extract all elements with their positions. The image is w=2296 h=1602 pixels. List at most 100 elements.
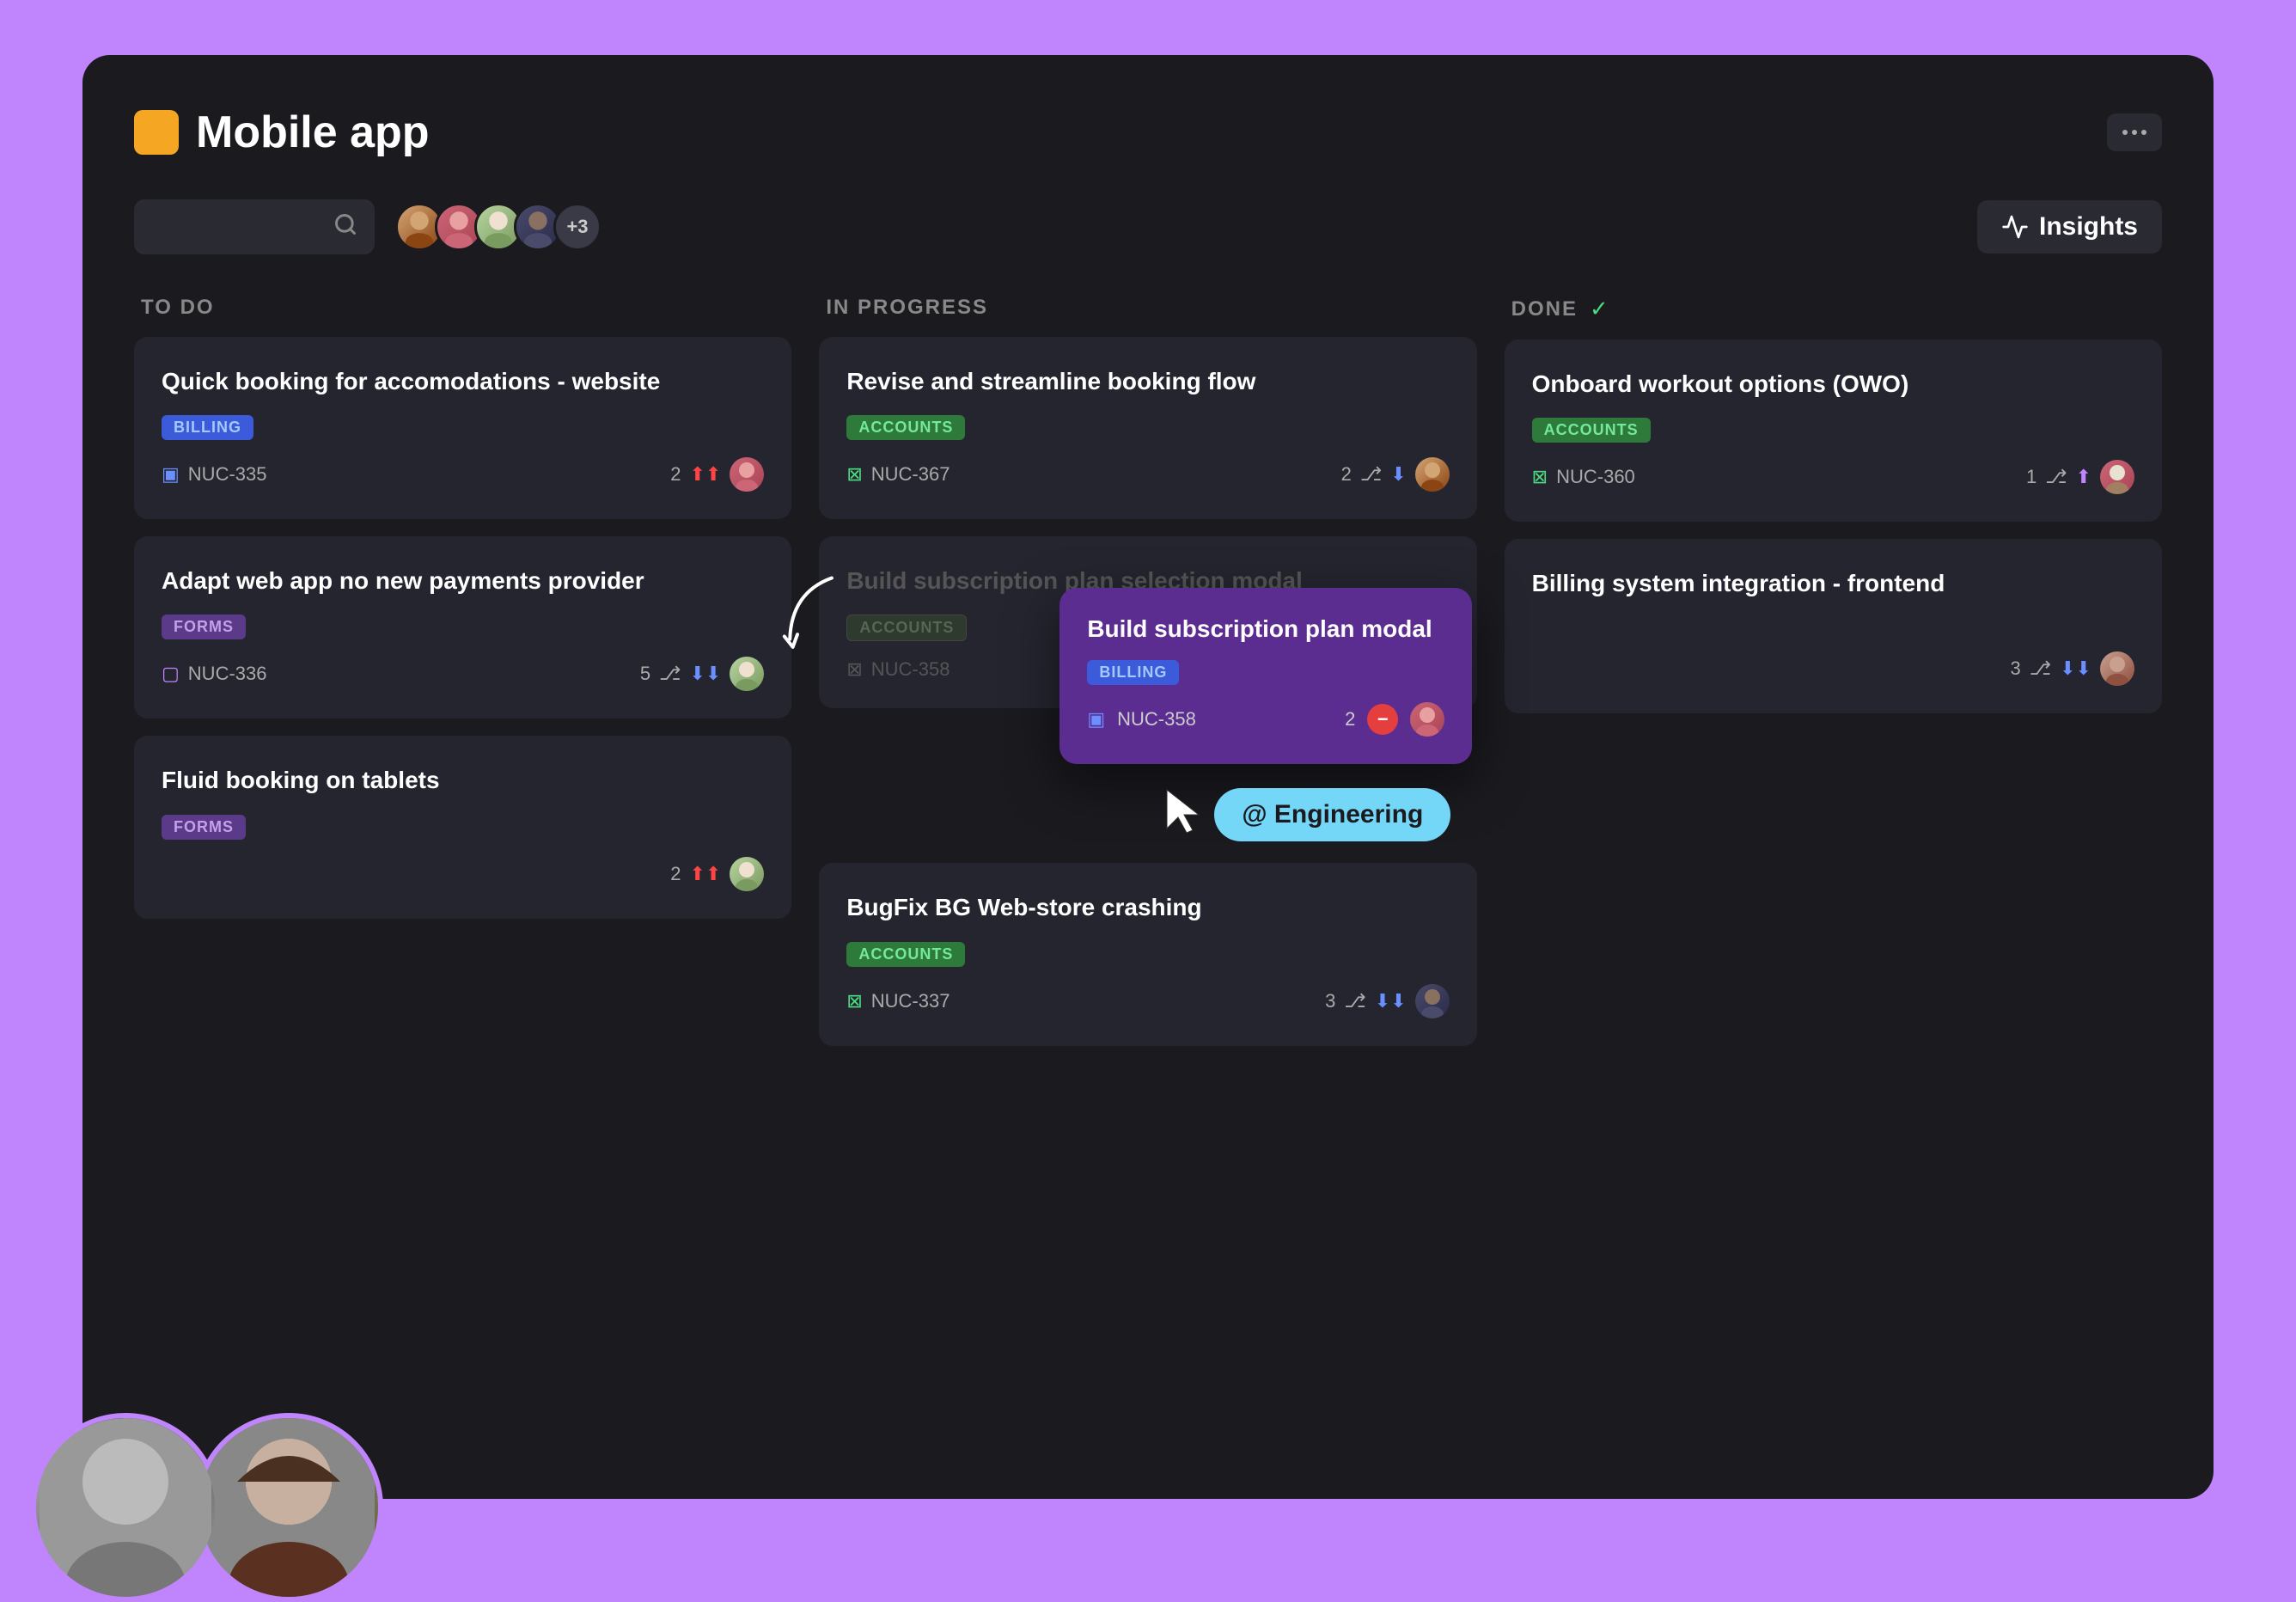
count: 2	[670, 463, 681, 486]
col-header-in-progress: IN PROGRESS	[819, 296, 1476, 320]
card-meta: 3 ⎇ ⬇⬇	[2011, 651, 2134, 686]
card-footer: ⊠ NUC-367 2 ⎇ ⬇	[846, 457, 1449, 492]
col-title-todo: TO DO	[141, 296, 215, 320]
priority-icon: ⬇⬇	[689, 663, 721, 685]
card-title: Fluid booking on tablets	[162, 763, 764, 797]
branch-icon: ⎇	[1360, 463, 1382, 486]
col-title-done: DONE	[1511, 297, 1578, 321]
branch-icon: ⎇	[2030, 657, 2051, 680]
tooltip-card: Build subscription plan modal BILLING ▣ …	[1059, 588, 1472, 764]
card-footer: ⊠ NUC-360 1 ⎇ ⬆	[1532, 460, 2134, 494]
card-avatar	[730, 657, 764, 691]
nuc-id: ⊠ NUC-367	[846, 463, 1328, 486]
dot2	[2132, 130, 2137, 135]
card-avatar	[2100, 651, 2134, 686]
count: 5	[640, 663, 650, 685]
search-icon	[333, 212, 357, 242]
card-title: Revise and streamline booking flow	[846, 364, 1449, 398]
page-title: Mobile app	[196, 107, 430, 158]
priority-icon: ⬇	[1390, 463, 1406, 486]
cursor-area	[1163, 786, 1206, 841]
card-tag: ACCOUNTS	[1532, 418, 1651, 443]
card-meta: 2 ⬆⬆	[670, 457, 764, 492]
card-icon: ▢	[162, 663, 180, 685]
priority-icon: ⬆⬆	[689, 863, 721, 885]
card-nuc337[interactable]: BugFix BG Web-store crashing ACCOUNTS ⊠ …	[819, 863, 1476, 1045]
card-tag: ACCOUNTS	[846, 415, 965, 440]
app-icon	[134, 110, 179, 155]
count: 2	[1341, 463, 1352, 486]
tooltip-footer: ▣ NUC-358 2 −	[1087, 702, 1444, 737]
user-photo-2	[199, 1418, 378, 1597]
bottom-user-2	[194, 1413, 383, 1602]
card-footer: ▣ NUC-335 2 ⬆⬆	[162, 457, 764, 492]
card-avatar	[1415, 984, 1450, 1018]
card-icon: ⊠	[846, 658, 862, 681]
priority-icon: ⬇⬇	[2060, 657, 2091, 680]
count: 1	[2026, 466, 2036, 488]
card-meta: 1 ⎇ ⬆	[2026, 460, 2134, 494]
blocked-icon: −	[1367, 704, 1398, 735]
tooltip-title: Build subscription plan modal	[1087, 615, 1444, 643]
nuc-label: NUC-336	[188, 663, 267, 685]
card-meta: 3 ⎇ ⬇⬇	[1325, 984, 1449, 1018]
priority-icon: ⬇⬇	[1375, 990, 1407, 1012]
card-title: Billing system integration - frontend	[1532, 566, 2134, 600]
insights-label: Insights	[2039, 212, 2138, 242]
user-photo-1	[36, 1418, 215, 1597]
nuc-label: NUC-367	[871, 463, 950, 486]
card-nuc367[interactable]: Revise and streamline booking flow ACCOU…	[819, 337, 1476, 519]
count: 2	[670, 863, 681, 885]
card-footer: 2 ⬆⬆	[162, 857, 764, 891]
tooltip-icon: ▣	[1087, 708, 1105, 731]
card-tag: ACCOUNTS	[846, 942, 965, 967]
insights-button[interactable]: Insights	[1977, 200, 2162, 254]
tooltip-avatar	[1410, 702, 1444, 737]
card-avatar	[730, 457, 764, 492]
count: 3	[2011, 657, 2021, 680]
card-meta: 2 ⎇ ⬇	[1341, 457, 1450, 492]
team-avatars: +3	[395, 203, 601, 251]
card-footer: ▢ NUC-336 5 ⎇ ⬇⬇	[162, 657, 764, 691]
dot1	[2122, 130, 2128, 135]
card-footer: 3 ⎇ ⬇⬇	[1532, 651, 2134, 686]
branch-icon: ⎇	[2045, 466, 2067, 488]
nuc-label: NUC-335	[188, 463, 267, 486]
cursor-icon	[1163, 786, 1206, 837]
card-icon: ⊠	[1532, 466, 1548, 488]
search-box[interactable]	[134, 199, 375, 254]
app-title-row: Mobile app	[134, 107, 430, 158]
card-title: BugFix BG Web-store crashing	[846, 890, 1449, 924]
card-avatar	[730, 857, 764, 891]
kanban-board: TO DO Quick booking for accomodations - …	[134, 296, 2162, 1063]
app-frame: Mobile app	[82, 55, 2214, 1499]
app-header: Mobile app	[134, 107, 2162, 158]
nuc-id: ▢ NUC-336	[162, 663, 628, 685]
more-menu-button[interactable]	[2107, 113, 2162, 151]
avatar-more[interactable]: +3	[553, 203, 601, 251]
branch-icon: ⎇	[659, 663, 681, 685]
nuc-id: ⊠ NUC-360	[1532, 466, 2014, 488]
card-title: Onboard workout options (OWO)	[1532, 367, 2134, 400]
tooltip-nuc: NUC-358	[1117, 708, 1196, 731]
tooltip-count: 2	[1345, 708, 1355, 731]
nuc-label: NUC-358	[871, 658, 950, 681]
card-billing-fe[interactable]: Billing system integration - frontend 3 …	[1505, 539, 2162, 713]
count: 3	[1325, 990, 1335, 1012]
col-header-done: DONE ✓	[1505, 296, 2162, 322]
card-fluid-booking[interactable]: Fluid booking on tablets FORMS 2 ⬆⬆	[134, 736, 791, 918]
card-meta: 2 ⬆⬆	[670, 857, 764, 891]
nuc-label: NUC-360	[1556, 466, 1635, 488]
col-header-todo: TO DO	[134, 296, 791, 320]
card-nuc360[interactable]: Onboard workout options (OWO) ACCOUNTS ⊠…	[1505, 339, 2162, 522]
card-nuc335[interactable]: Quick booking for accomodations - websit…	[134, 337, 791, 519]
column-todo: TO DO Quick booking for accomodations - …	[134, 296, 791, 1063]
priority-icon: ⬆	[2076, 466, 2091, 488]
card-icon: ⊠	[846, 990, 862, 1012]
nuc-id: ▣ NUC-335	[162, 463, 658, 486]
card-nuc336[interactable]: Adapt web app no new payments provider F…	[134, 536, 791, 718]
insights-icon	[2001, 213, 2029, 241]
done-checkmark: ✓	[1590, 296, 1609, 322]
card-avatar	[2100, 460, 2134, 494]
card-meta: 5 ⎇ ⬇⬇	[640, 657, 764, 691]
